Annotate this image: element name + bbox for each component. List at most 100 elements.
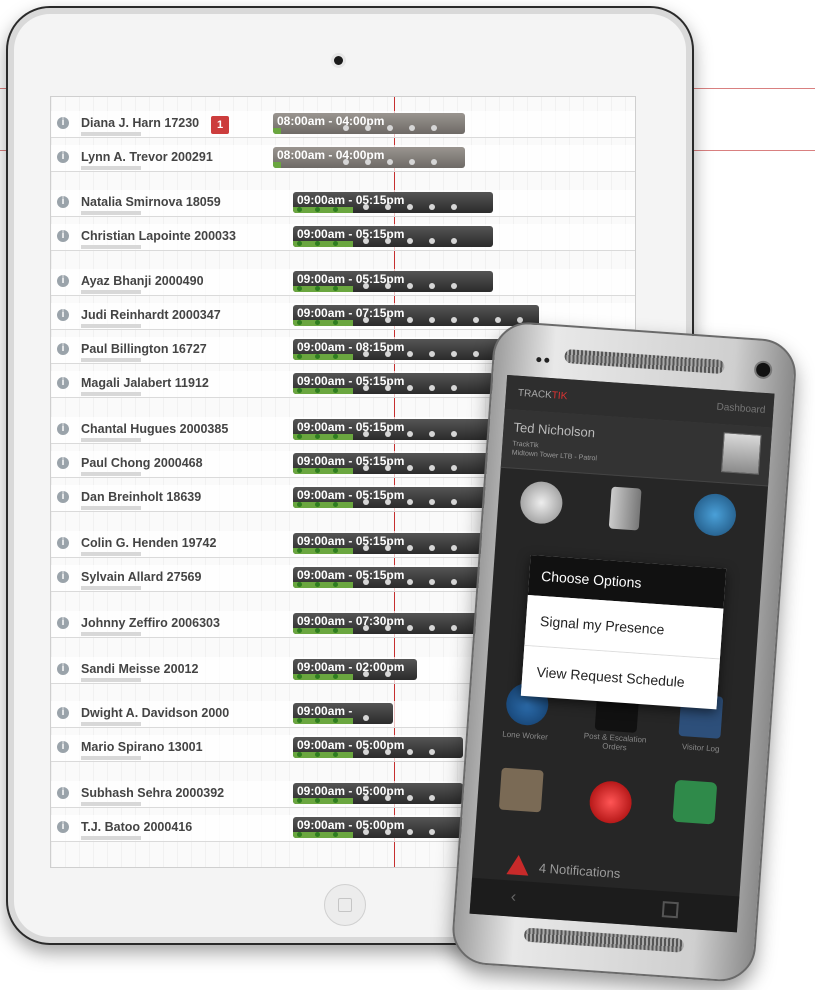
shift-bar[interactable]: 09:00am - 05:15pm bbox=[293, 487, 493, 508]
completed-checkpoint-dot bbox=[315, 718, 320, 723]
building-icon[interactable] bbox=[608, 486, 642, 531]
employee-name: Judi Reinhardt 2000347 bbox=[81, 308, 221, 322]
info-icon[interactable]: i bbox=[57, 741, 69, 753]
info-icon[interactable]: i bbox=[57, 457, 69, 469]
shift-bar[interactable]: 09:00am - 07:30pm bbox=[293, 613, 483, 634]
choose-options-dialog: Choose Options Signal my Presence View R… bbox=[520, 555, 727, 710]
shift-bar[interactable]: 09:00am - 05:15pm bbox=[293, 192, 493, 213]
shift-bar[interactable]: 09:00am - 05:00pm bbox=[293, 783, 463, 804]
checkpoint-dot bbox=[385, 385, 391, 391]
tablet-home-button[interactable] bbox=[324, 884, 366, 926]
shift-bar[interactable]: 09:00am - 05:15pm bbox=[293, 419, 493, 440]
employee-subtext bbox=[81, 506, 141, 510]
stopwatch-icon[interactable] bbox=[518, 480, 564, 526]
schedule-row[interactable]: i Natalia Smirnova 18059 09:00am - 05:15pm bbox=[51, 190, 635, 217]
shift-bar[interactable]: 09:00am - 05:15pm bbox=[293, 533, 493, 554]
progress-bar bbox=[293, 798, 353, 804]
notifications-text: 4 Notifications bbox=[538, 860, 621, 882]
completed-checkpoint-dot bbox=[297, 548, 302, 553]
schedule-row[interactable]: i Ayaz Bhanji 2000490 09:00am - 05:15pm bbox=[51, 269, 635, 296]
info-icon[interactable]: i bbox=[57, 230, 69, 242]
info-icon[interactable]: i bbox=[57, 275, 69, 287]
employee-subtext bbox=[81, 472, 141, 476]
info-icon[interactable]: i bbox=[57, 377, 69, 389]
completed-checkpoint-dot bbox=[333, 320, 338, 325]
employee-name: Sylvain Allard 27569 bbox=[81, 570, 202, 584]
shift-bar[interactable]: 08:00am - 04:00pm bbox=[273, 113, 465, 134]
completed-checkpoint-dot bbox=[297, 718, 302, 723]
info-icon[interactable]: i bbox=[57, 663, 69, 675]
checkpoint-dot bbox=[385, 545, 391, 551]
shift-bar[interactable]: 09:00am - 05:15pm bbox=[293, 567, 493, 588]
shift-bar[interactable]: 09:00am - 05:15pm bbox=[293, 373, 493, 394]
schedule-row[interactable]: i Christian Lapointe 200033 09:00am - 05:1… bbox=[51, 224, 635, 251]
warning-icon bbox=[506, 854, 530, 876]
info-icon[interactable]: i bbox=[57, 151, 69, 163]
shift-bar[interactable]: 09:00am - 05:15pm bbox=[293, 271, 493, 292]
checkpoint-dot bbox=[385, 351, 391, 357]
info-icon[interactable]: i bbox=[57, 117, 69, 129]
checkpoint-dot bbox=[385, 283, 391, 289]
shift-bar[interactable]: 09:00am - 05:15pm bbox=[293, 453, 493, 474]
employee-name: Dwight A. Davidson 2000 bbox=[81, 706, 230, 720]
checkpoint-dot bbox=[365, 125, 371, 131]
alert-badge[interactable]: 1 bbox=[211, 116, 229, 134]
employee-subtext bbox=[81, 756, 141, 760]
employee-name: Johnny Zeffiro 2006303 bbox=[81, 616, 220, 630]
info-icon[interactable]: i bbox=[57, 787, 69, 799]
checkpoint-dot bbox=[387, 159, 393, 165]
info-icon[interactable]: i bbox=[57, 617, 69, 629]
info-icon[interactable]: i bbox=[57, 196, 69, 208]
checkpoint-dot bbox=[429, 499, 435, 505]
completed-checkpoint-dot bbox=[315, 388, 320, 393]
dashboard-link[interactable]: Dashboard bbox=[716, 402, 766, 416]
phone-call-icon[interactable] bbox=[672, 779, 718, 825]
shift-bar[interactable]: 09:00am - 05:15pm bbox=[293, 226, 493, 247]
completed-checkpoint-dot bbox=[315, 241, 320, 246]
checkpoint-dot bbox=[363, 238, 369, 244]
clipboard-icon[interactable] bbox=[498, 767, 544, 813]
back-icon[interactable]: ‹ bbox=[510, 889, 517, 907]
checkpoint-dot bbox=[451, 545, 457, 551]
info-icon[interactable]: i bbox=[57, 821, 69, 833]
home-icon[interactable] bbox=[661, 901, 679, 919]
completed-checkpoint-dot bbox=[333, 434, 338, 439]
schedule-row[interactable]: i Lynn A. Trevor 200291 08:00am - 04:00pm bbox=[51, 145, 635, 172]
checkpoint-dot bbox=[451, 431, 457, 437]
progress-bar bbox=[293, 718, 353, 724]
info-icon[interactable]: i bbox=[57, 423, 69, 435]
checkpoint-dot bbox=[451, 317, 457, 323]
checkpoint-dot bbox=[385, 625, 391, 631]
checkpoint-dot bbox=[365, 159, 371, 165]
checkpoint-dot bbox=[429, 317, 435, 323]
info-icon[interactable]: i bbox=[57, 309, 69, 321]
panic-button-icon[interactable] bbox=[588, 779, 634, 825]
progress-bar bbox=[273, 162, 281, 168]
info-icon[interactable]: i bbox=[57, 707, 69, 719]
employee-subtext bbox=[81, 438, 141, 442]
completed-checkpoint-dot bbox=[333, 548, 338, 553]
employee-name: Paul Chong 2000468 bbox=[81, 456, 203, 470]
scanner-icon[interactable] bbox=[692, 492, 738, 538]
info-icon[interactable]: i bbox=[57, 537, 69, 549]
avatar[interactable] bbox=[720, 432, 762, 475]
checkpoint-dot bbox=[407, 431, 413, 437]
shift-bar[interactable]: 09:00am - 08:15pm bbox=[293, 339, 513, 360]
shift-bar[interactable]: 09:00am - 02:00pm bbox=[293, 659, 417, 680]
progress-bar bbox=[293, 320, 353, 326]
shift-bar[interactable]: 08:00am - 04:00pm bbox=[273, 147, 465, 168]
tile-label-post-orders: Post & Escalation Orders bbox=[583, 731, 647, 753]
info-icon[interactable]: i bbox=[57, 343, 69, 355]
shift-bar[interactable]: 09:00am - bbox=[293, 703, 393, 724]
checkpoint-dot bbox=[343, 159, 349, 165]
completed-checkpoint-dot bbox=[315, 798, 320, 803]
info-icon[interactable]: i bbox=[57, 571, 69, 583]
employee-subtext bbox=[81, 358, 141, 362]
checkpoint-dot bbox=[407, 385, 413, 391]
shift-bar[interactable]: 09:00am - 05:00pm bbox=[293, 817, 463, 838]
info-icon[interactable]: i bbox=[57, 491, 69, 503]
schedule-row[interactable]: i Diana J. Harn 17230 1 08:00am - 04:00pm bbox=[51, 111, 635, 138]
employee-name: Dan Breinholt 18639 bbox=[81, 490, 202, 504]
progress-bar bbox=[293, 502, 353, 508]
shift-bar[interactable]: 09:00am - 05:00pm bbox=[293, 737, 463, 758]
